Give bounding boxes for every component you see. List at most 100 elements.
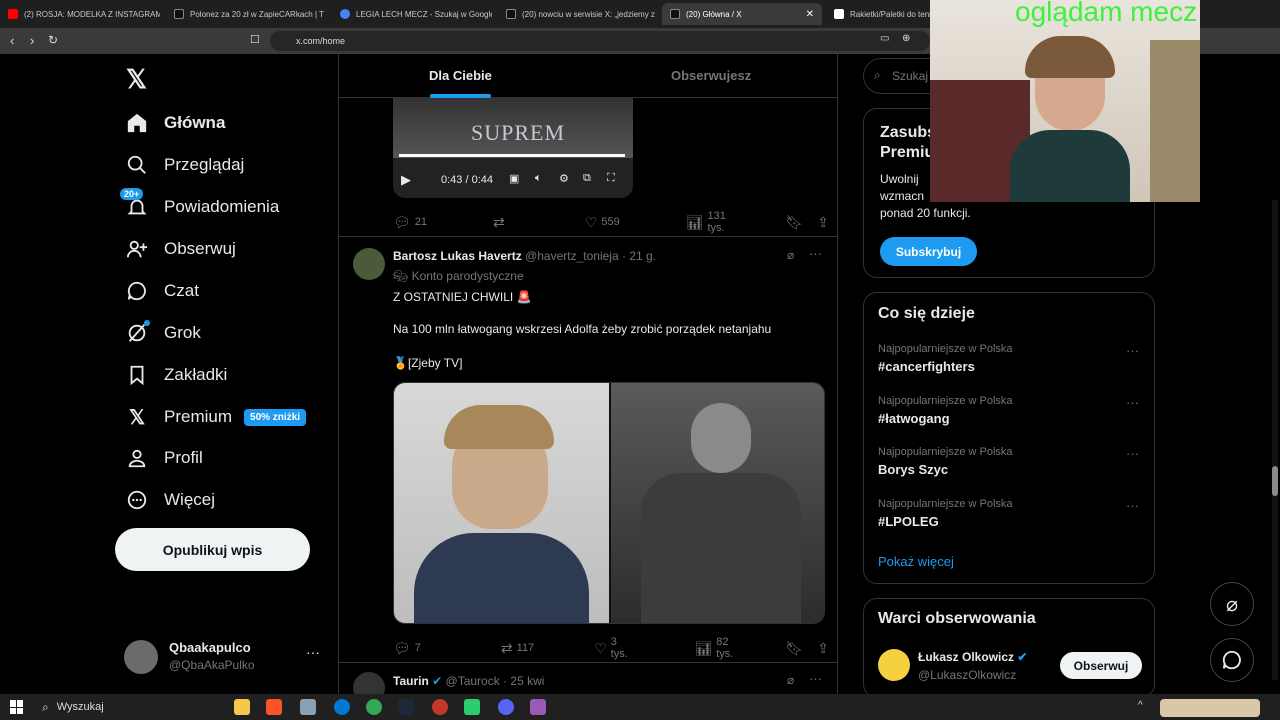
grok-float-icon[interactable]: ⌀ [1210,582,1254,626]
sidebar-item-chat[interactable]: Czat [124,276,199,306]
views-icon[interactable]: 📊︎ [694,640,712,657]
grok-icon[interactable]: ⌀ [787,673,794,687]
video-player[interactable]: SUPREM ▶ 0:43 / 0:44 ▣ 🔈︎ ⚙ ⧉ ⛶ [393,98,633,198]
trend-item[interactable]: Najpopularniejsze w Polska #LPOLEG ··· [864,492,1154,542]
share-icon[interactable]: ⇪ [817,214,829,231]
post-time[interactable]: 25 kwi [510,674,544,688]
file-explorer-icon[interactable] [234,699,250,715]
repost-icon[interactable]: ⇄ [493,214,505,231]
more-options-icon[interactable]: ··· [1126,343,1139,358]
timeline: Dla Ciebie Obserwujesz SUPREM ▶ 0:43 / 0… [338,54,838,694]
app-icon[interactable] [432,699,448,715]
bookmark-page-icon[interactable]: ☐ [250,33,260,46]
post-actions: 💬︎ 7 ⇄ 117 ♡ 3 tys. 📊︎ 82 tys. 🔖︎ ⇪ [393,636,829,660]
browser-tab-active[interactable]: (20) Główna / X ✕ [662,3,822,25]
discord-icon[interactable] [498,699,514,715]
pip-icon[interactable]: ⧉ [583,172,591,185]
browser-tab[interactable]: (20) nowciu w serwisie X: „jedziemy z [498,3,658,25]
sidebar-item-profile[interactable]: Profil [124,443,203,473]
youtube-icon [8,9,18,19]
like-icon[interactable]: ♡ [585,214,598,231]
app-icon[interactable] [300,699,316,715]
repost-icon[interactable]: ⇄ [501,640,513,657]
sidebar-item-premium[interactable]: 𝕏 Premium 50% zniżki [124,402,307,432]
browser-tab[interactable]: (2) ROSJA: MODELKA Z INSTAGRAMA [0,3,160,25]
more-options-icon[interactable]: ··· [809,246,822,261]
fullscreen-icon[interactable]: ⛶ [607,172,615,185]
webcam-overlay [930,0,1200,202]
author-name[interactable]: Taurin [393,674,429,688]
account-switcher[interactable]: Qbaakapulco @QbaAkaPulko ··· [124,638,334,674]
sidebar-item-explore[interactable]: Przeglądaj [124,150,244,180]
video-progress[interactable] [399,154,625,157]
more-options-icon[interactable]: ··· [1126,446,1139,461]
follow-button[interactable]: Obserwuj [1060,652,1142,679]
trend-item[interactable]: Najpopularniejsze w Polska #łatwogang ··… [864,389,1154,439]
trend-item[interactable]: Najpopularniejsze w Polska Borys Szyc ··… [864,440,1154,490]
post-image[interactable] [393,382,825,624]
more-options-icon[interactable]: ··· [1126,395,1139,410]
browser-tab[interactable]: Polonez za 20 zł w ZapieCARkach | T [166,3,326,25]
publish-button[interactable]: Opublikuj wpis [115,528,310,571]
author-handle[interactable]: @havertz_tonieja [525,249,619,263]
avatar[interactable] [878,649,910,681]
scrollbar-thumb[interactable] [1272,466,1278,496]
sidebar-item-bookmarks[interactable]: Zakładki [124,360,227,390]
zoom-icon[interactable]: ⊕ [902,33,910,44]
cast-icon[interactable]: ▭ [880,33,889,44]
tray-chevron-icon[interactable]: ^ [1138,700,1143,711]
settings-icon[interactable]: ⚙ [559,172,569,185]
reply-icon[interactable]: 💬︎ [393,640,411,657]
share-icon[interactable]: ⇪ [817,640,829,657]
x-icon: 𝕏 [128,406,146,429]
avatar[interactable] [353,248,385,280]
forward-icon[interactable]: › [30,33,34,48]
play-icon[interactable]: ▶ [401,172,411,188]
windows-start-icon[interactable] [10,700,24,714]
like-icon[interactable]: ♡ [594,640,607,657]
chrome-icon[interactable] [366,699,382,715]
brave-icon[interactable] [266,699,282,715]
bookmark-icon[interactable]: 🔖︎ [785,214,803,231]
steam-icon[interactable] [398,699,414,715]
browser-tab[interactable]: LEGIA LECH MECZ - Szukaj w Google [332,3,492,25]
sidebar-item-grok[interactable]: Grok [124,318,201,348]
more-options-icon[interactable]: ··· [306,644,320,660]
sidebar-item-more[interactable]: Więcej [124,485,215,515]
tab-for-you[interactable]: Dla Ciebie [429,68,492,83]
trends-card: Co się dzieje Najpopularniejsze w Polska… [863,292,1155,584]
close-icon[interactable]: ✕ [800,9,814,20]
reload-icon[interactable]: ↻ [48,33,58,47]
premium-text: Uwolnij [880,172,919,186]
sidebar-item-follow[interactable]: Obserwuj [124,234,236,264]
sidebar-item-notifications[interactable]: 20+ Powiadomienia [120,188,279,222]
author-handle[interactable]: @Taurock [446,674,500,688]
browser-tab[interactable]: Rakietki/Paletki do tenis [826,3,936,25]
tab-following[interactable]: Obserwujesz [671,68,751,83]
bookmark-icon[interactable]: 🔖︎ [785,640,803,657]
scrollbar-track[interactable] [1272,200,1278,680]
suggested-user[interactable]: Łukasz Olkowicz ✔ [918,650,1027,664]
x-logo-icon[interactable]: 𝕏 [126,64,147,95]
taskbar-search[interactable]: ⌕ Wyszukaj [34,697,224,717]
grok-icon[interactable]: ⌀ [787,248,794,262]
back-icon[interactable]: ‹ [10,33,14,48]
show-more-link[interactable]: Pokaż więcej [878,554,954,569]
author-name[interactable]: Bartosz Lukas Havertz [393,249,522,263]
url-input[interactable]: x.com/home [270,31,930,51]
avatar[interactable] [353,672,385,694]
edge-icon[interactable] [334,699,350,715]
chat-float-icon[interactable] [1210,638,1254,682]
post-time[interactable]: 21 g. [629,249,656,263]
subscribe-button[interactable]: Subskrybuj [880,237,977,266]
volume-icon[interactable]: 🔈︎ [535,172,542,185]
sidebar-item-home[interactable]: Główna [124,108,225,138]
more-options-icon[interactable]: ··· [809,671,822,686]
app-icon[interactable] [530,699,546,715]
reply-icon[interactable]: 💬︎ [393,214,411,231]
views-icon[interactable]: 📊︎ [686,214,704,231]
trend-item[interactable]: Najpopularniejsze w Polska #cancerfighte… [864,337,1154,387]
app-icon[interactable] [464,699,480,715]
captions-icon[interactable]: ▣ [509,172,519,185]
more-options-icon[interactable]: ··· [1126,498,1139,513]
